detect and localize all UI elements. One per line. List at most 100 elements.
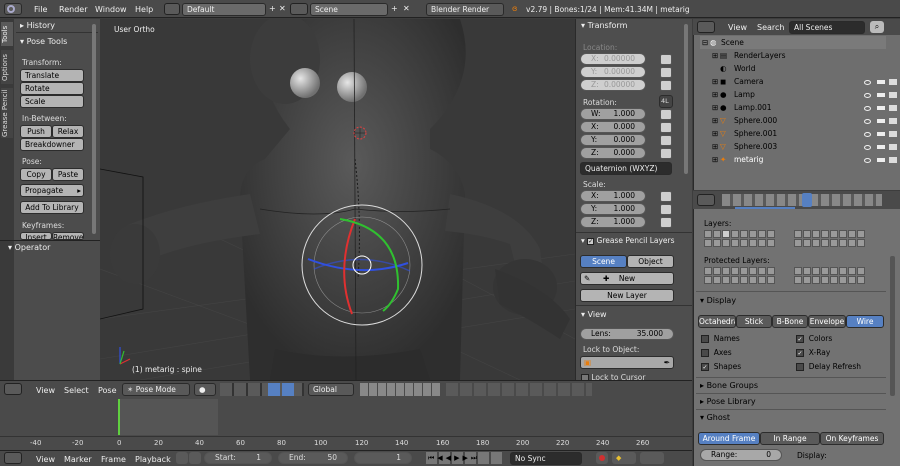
orientation-select[interactable]: Global	[308, 383, 354, 396]
shapes-checkbox[interactable]: ✓ Shapes	[701, 362, 741, 371]
viewport-shading-select[interactable]: ●	[194, 383, 216, 396]
copy-button[interactable]: Copy	[20, 168, 52, 181]
gp-new-button[interactable]: ✎ ✚ New	[580, 272, 674, 285]
outliner-row-renderlayers[interactable]: ⊞ ▤ RenderLayers	[700, 49, 886, 62]
outliner-row-sphere-003[interactable]: ⊞ ▽ Sphere.003	[700, 140, 886, 153]
eyedropper-icon[interactable]: ✒	[664, 357, 670, 368]
sync-mode-select[interactable]: No Sync	[510, 452, 582, 465]
eye-icon[interactable]	[864, 145, 871, 150]
viewport-3d[interactable]: User Ortho (1) metarig : spine	[100, 19, 575, 380]
time-icon[interactable]	[189, 452, 201, 464]
end-frame-field[interactable]: End: 50	[278, 452, 348, 464]
tab-grease-pencil[interactable]: Grease Pencil	[1, 88, 13, 138]
info-editor-icon[interactable]	[4, 3, 22, 15]
location-y-field[interactable]: Y: 0.00000	[580, 66, 646, 78]
translate-button[interactable]: Translate	[20, 69, 84, 82]
preview-range-icon[interactable]	[176, 452, 188, 464]
tab-options[interactable]: Options	[1, 50, 13, 84]
record-icon[interactable]	[596, 452, 608, 464]
bone-groups-panel-header[interactable]: ▸ Bone Groups	[700, 381, 758, 390]
menu-file[interactable]: File	[34, 5, 47, 14]
pose-tools-panel-header[interactable]: ▾ Pose Tools	[20, 37, 67, 46]
insert-keyframe-button[interactable]: Insert	[20, 232, 52, 240]
axes-checkbox[interactable]: Axes	[701, 348, 732, 357]
properties-scrollbar[interactable]	[890, 256, 895, 396]
gp-new-layer-button[interactable]: New Layer	[580, 289, 674, 302]
layer-buttons[interactable]	[360, 383, 440, 396]
outliner-search-menu[interactable]: Search	[757, 23, 784, 32]
timeline-frame-menu[interactable]: Frame	[101, 455, 126, 464]
display-bbone[interactable]: B-Bone	[772, 315, 808, 328]
grease-pencil-checkbox[interactable]: ✓	[587, 238, 595, 245]
menu-help[interactable]: Help	[135, 5, 153, 14]
outliner-row-scene[interactable]: ⊟ ◍ Scene	[700, 36, 886, 49]
keying-set-icon[interactable]: ◆	[612, 452, 636, 464]
protected-layers-grid[interactable]	[704, 267, 884, 287]
delay-refresh-checkbox[interactable]: Delay Refresh	[796, 362, 861, 371]
ghost-range-field[interactable]: Range: 0	[700, 449, 782, 461]
properties-editor-icon[interactable]	[697, 194, 715, 206]
scene-icon[interactable]	[290, 3, 308, 15]
display-wire[interactable]: Wire	[846, 315, 884, 328]
remove-keyframe-button[interactable]: Remove	[52, 232, 84, 240]
timeline-view-menu[interactable]: View	[36, 455, 55, 464]
rotation-x-field[interactable]: X: 0.000	[580, 121, 646, 133]
propagate-button[interactable]: Propagate ▸	[20, 184, 84, 197]
npanel-scrollbar[interactable]	[684, 24, 688, 174]
display-stick[interactable]: Stick	[736, 315, 772, 328]
rotation-y-field[interactable]: Y: 0.000	[580, 134, 646, 146]
armature-layers-grid[interactable]	[704, 230, 884, 250]
add-to-library-button[interactable]: Add To Library	[20, 201, 84, 214]
start-frame-field[interactable]: Start: 1	[204, 452, 272, 464]
lock-scale-z-icon[interactable]	[660, 217, 672, 228]
lock-rotation-x-icon[interactable]	[660, 122, 672, 133]
view-panel-header[interactable]: ▾ View	[581, 310, 607, 319]
colors-checkbox[interactable]: ✓ Colors	[796, 334, 832, 343]
menu-window[interactable]: Window	[95, 5, 127, 14]
eye-icon[interactable]	[864, 93, 871, 98]
xray-checkbox[interactable]: ✓ X-Ray	[796, 348, 830, 357]
location-x-field[interactable]: X: 0.00000	[580, 53, 646, 65]
playback-controls[interactable]: ⏮◀◀▶▶⏭	[426, 452, 504, 464]
display-envelope[interactable]: Envelope	[808, 315, 846, 328]
outliner-row-camera[interactable]: ⊞ ◼ Camera	[700, 75, 886, 88]
scale-x-field[interactable]: X: 1.000	[580, 190, 646, 202]
outliner-filter-select[interactable]: All Scenes	[789, 21, 865, 34]
display-octahedral[interactable]: Octahedral	[698, 315, 736, 328]
paste-button[interactable]: Paste	[52, 168, 84, 181]
eye-icon[interactable]	[864, 80, 871, 85]
breakdowner-button[interactable]: Breakdowner	[20, 138, 84, 151]
rotation-4l-button[interactable]: 4L	[659, 95, 673, 108]
outliner-row-sphere-000[interactable]: ⊞ ▽ Sphere.000	[700, 114, 886, 127]
lock-location-y-icon[interactable]	[660, 67, 672, 78]
timeline-editor-icon[interactable]	[4, 452, 22, 464]
screen-close-icon[interactable]: ✕	[279, 4, 286, 13]
outliner-row-metarig[interactable]: ⊞ ✦ metarig	[700, 153, 886, 166]
tool-shelf-scrollbar[interactable]	[92, 24, 96, 234]
ghost-around-frame[interactable]: Around Frame	[698, 432, 760, 445]
ghost-panel-header[interactable]: ▾ Ghost	[700, 413, 730, 422]
bone-tab-active[interactable]	[802, 193, 812, 207]
scale-button[interactable]: Scale	[20, 95, 84, 108]
pose-library-panel-header[interactable]: ▸ Pose Library	[700, 397, 756, 406]
outliner-row-lamp[interactable]: ⊞ ● Lamp	[700, 88, 886, 101]
lock-to-object-field[interactable]: ▣ ✒	[580, 356, 674, 369]
transform-panel-header[interactable]: ▾ Transform	[581, 21, 627, 30]
push-button[interactable]: Push	[20, 125, 52, 138]
history-panel-header[interactable]: ▸ History	[20, 21, 55, 30]
eye-icon[interactable]	[864, 132, 871, 137]
outliner-row-lamp-001[interactable]: ⊞ ● Lamp.001	[700, 101, 886, 114]
gp-object-button[interactable]: Object	[627, 255, 674, 268]
rotate-button[interactable]: Rotate	[20, 82, 84, 95]
ghost-in-range[interactable]: In Range	[760, 432, 820, 445]
manipulator-rotate-icon[interactable]	[282, 383, 294, 396]
scene-add-icon[interactable]: +	[391, 4, 398, 13]
lock-scale-y-icon[interactable]	[660, 204, 672, 215]
timeline-playback-menu[interactable]: Playback	[135, 455, 171, 464]
outliner-editor-icon[interactable]	[697, 21, 715, 33]
operator-panel-header[interactable]: ▾ Operator	[8, 243, 50, 252]
outliner-row-world[interactable]: ◐ World	[700, 62, 886, 75]
eye-icon[interactable]	[864, 106, 871, 111]
eye-icon[interactable]	[864, 158, 871, 163]
header-extra-icons[interactable]	[446, 383, 592, 396]
